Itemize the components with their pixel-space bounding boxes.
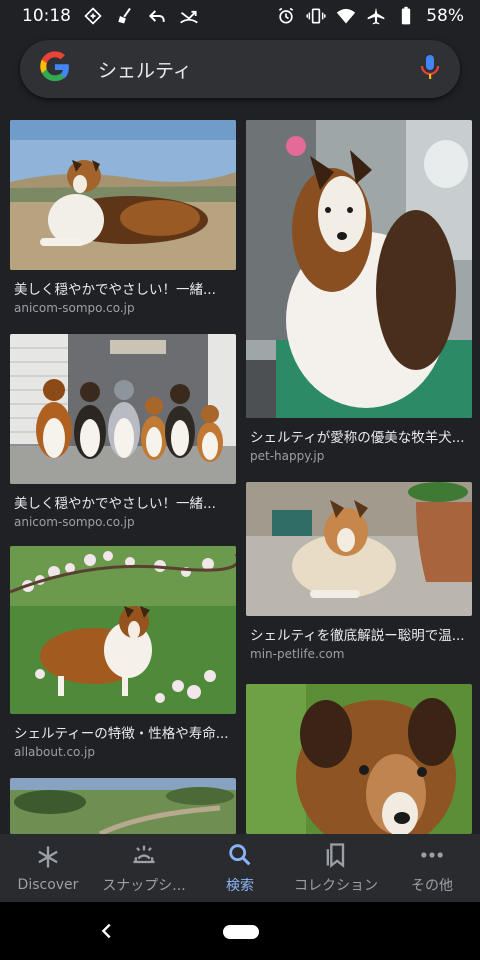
battery-icon: [396, 6, 416, 26]
nav-label: コレクション: [294, 878, 378, 894]
bookmark-icon: [326, 843, 345, 868]
system-nav-bar: [0, 902, 480, 960]
status-bar: 10:18 58%: [0, 0, 480, 32]
result-thumbnail[interactable]: [10, 778, 236, 834]
result-card[interactable]: [10, 778, 236, 834]
search-input[interactable]: シェルティ: [98, 56, 418, 83]
broom-icon: [115, 6, 135, 26]
asterisk-icon: [38, 846, 58, 868]
result-card[interactable]: シェルティを徹底解説ー聡明で温... min-petlife.com: [246, 482, 472, 661]
more-horiz-icon: [421, 852, 443, 858]
result-source: min-petlife.com: [250, 647, 345, 661]
home-pill[interactable]: [223, 925, 259, 939]
alarm-icon: [276, 6, 296, 26]
status-time: 10:18: [22, 6, 71, 26]
result-thumbnail[interactable]: [10, 334, 236, 484]
vibrate-icon: [306, 6, 326, 26]
sync-icon: [83, 6, 103, 26]
wifi-icon: [336, 6, 356, 26]
nav-label: その他: [411, 878, 453, 894]
result-thumbnail[interactable]: [10, 120, 236, 270]
result-card[interactable]: [246, 684, 472, 834]
result-card[interactable]: シェルティーの特徴・性格や寿命... allabout.co.jp: [10, 546, 236, 759]
nav-discover[interactable]: Discover: [0, 834, 96, 902]
nav-label: Discover: [17, 877, 79, 893]
result-caption: 美しく穏やかでやさしい！一緒...: [14, 496, 216, 512]
image-results-grid: 美しく穏やかでやさしい！一緒... anicom-sompo.co.jp 美しく…: [0, 112, 480, 834]
result-caption: シェルティが愛称の優美な牧羊犬...: [250, 430, 465, 446]
search-icon: [229, 844, 251, 866]
result-thumbnail[interactable]: [246, 482, 472, 616]
snapshot-icon: [133, 845, 155, 864]
airplane-icon: [366, 6, 386, 26]
nav-collections[interactable]: コレクション: [288, 834, 384, 902]
result-card[interactable]: 美しく穏やかでやさしい！一緒... anicom-sompo.co.jp: [10, 120, 236, 315]
result-thumbnail[interactable]: [10, 546, 236, 714]
result-caption: シェルティーの特徴・性格や寿命...: [14, 726, 229, 742]
nav-snapshot[interactable]: スナップシ...: [96, 834, 192, 902]
result-source: allabout.co.jp: [14, 745, 95, 759]
bottom-nav: Discover スナップシ... 検索 コレクション その他: [0, 834, 480, 902]
result-thumbnail[interactable]: [246, 684, 472, 834]
search-bar[interactable]: シェルティ: [20, 40, 460, 98]
nav-search[interactable]: 検索: [192, 834, 288, 902]
missed-call-icon: [179, 6, 199, 26]
nav-more[interactable]: その他: [384, 834, 480, 902]
result-thumbnail[interactable]: [246, 120, 472, 418]
battery-percent: 58%: [426, 6, 464, 26]
back-icon[interactable]: [96, 920, 118, 942]
result-caption: 美しく穏やかでやさしい！一緒...: [14, 282, 216, 298]
google-logo[interactable]: [38, 50, 72, 88]
result-source: pet-happy.jp: [250, 449, 325, 463]
result-source: anicom-sompo.co.jp: [14, 515, 135, 529]
result-card[interactable]: 美しく穏やかでやさしい！一緒... anicom-sompo.co.jp: [10, 334, 236, 529]
mic-icon[interactable]: [418, 53, 442, 85]
nav-label: 検索: [226, 878, 254, 894]
nav-label: スナップシ...: [102, 878, 186, 894]
reply-icon: [147, 6, 167, 26]
result-card[interactable]: シェルティが愛称の優美な牧羊犬... pet-happy.jp: [246, 120, 472, 463]
result-caption: シェルティを徹底解説ー聡明で温...: [250, 628, 465, 644]
result-source: anicom-sompo.co.jp: [14, 301, 135, 315]
